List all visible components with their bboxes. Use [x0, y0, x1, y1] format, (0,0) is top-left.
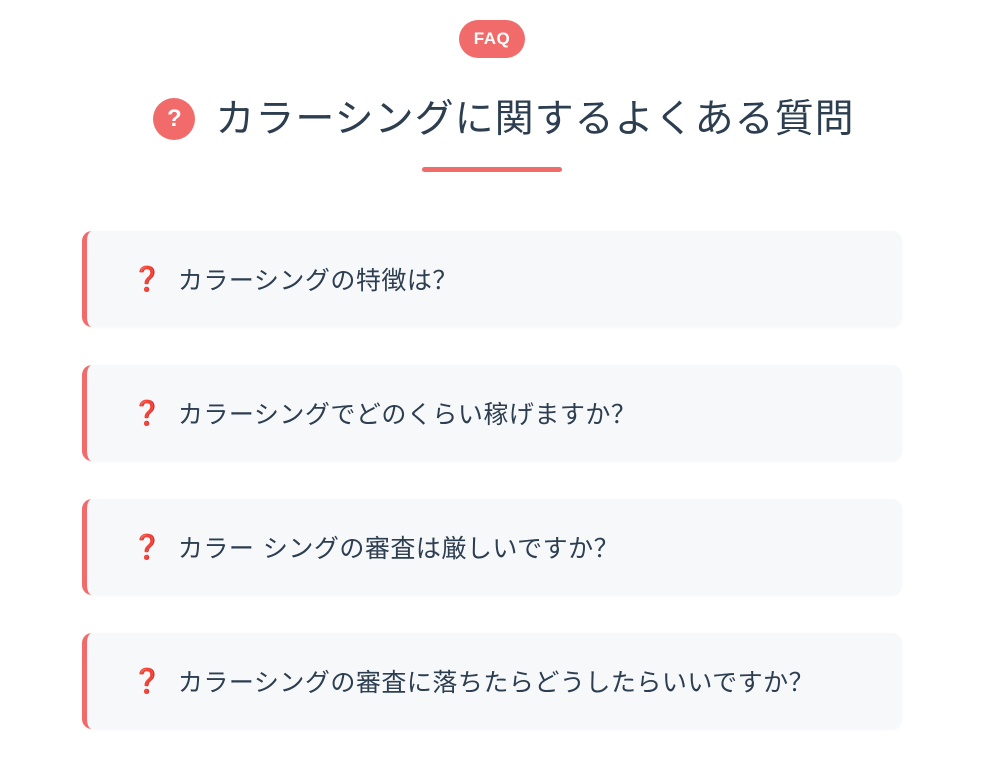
faq-question: カラーシングの審査に落ちたらどうしたらいいですか？	[177, 668, 815, 697]
page-title: カラーシングに関するよくある質問	[215, 97, 855, 142]
faq-question: カラー シングの審査は厳しいですか？	[177, 534, 620, 563]
question-mark-icon: ❓	[132, 667, 162, 695]
question-circle-icon: ?	[153, 98, 196, 140]
faq-list: ❓ カラーシングの特徴は？ ❓ カラーシングでどのくらい稼げますか？ ❓ カラー…	[82, 231, 902, 767]
faq-item-rejected[interactable]: ❓ カラーシングの審査に落ちたらどうしたらいいですか？	[82, 633, 902, 729]
question-mark-icon: ❓	[132, 399, 162, 427]
faq-question: カラーシングでどのくらい稼げますか？	[177, 400, 637, 429]
faq-item-features[interactable]: ❓ カラーシングの特徴は？	[82, 231, 902, 327]
section-header: ? カラーシングに関するよくある質問	[0, 84, 1008, 148]
faq-question: カラーシングの特徴は？	[177, 266, 458, 295]
title-underline	[422, 167, 562, 172]
faq-item-screening[interactable]: ❓ カラー シングの審査は厳しいですか？	[82, 499, 902, 595]
question-mark-icon: ❓	[132, 265, 162, 293]
faq-badge: FAQ	[459, 20, 525, 58]
question-mark-icon: ❓	[132, 533, 162, 561]
faq-item-earnings[interactable]: ❓ カラーシングでどのくらい稼げますか？	[82, 365, 902, 461]
